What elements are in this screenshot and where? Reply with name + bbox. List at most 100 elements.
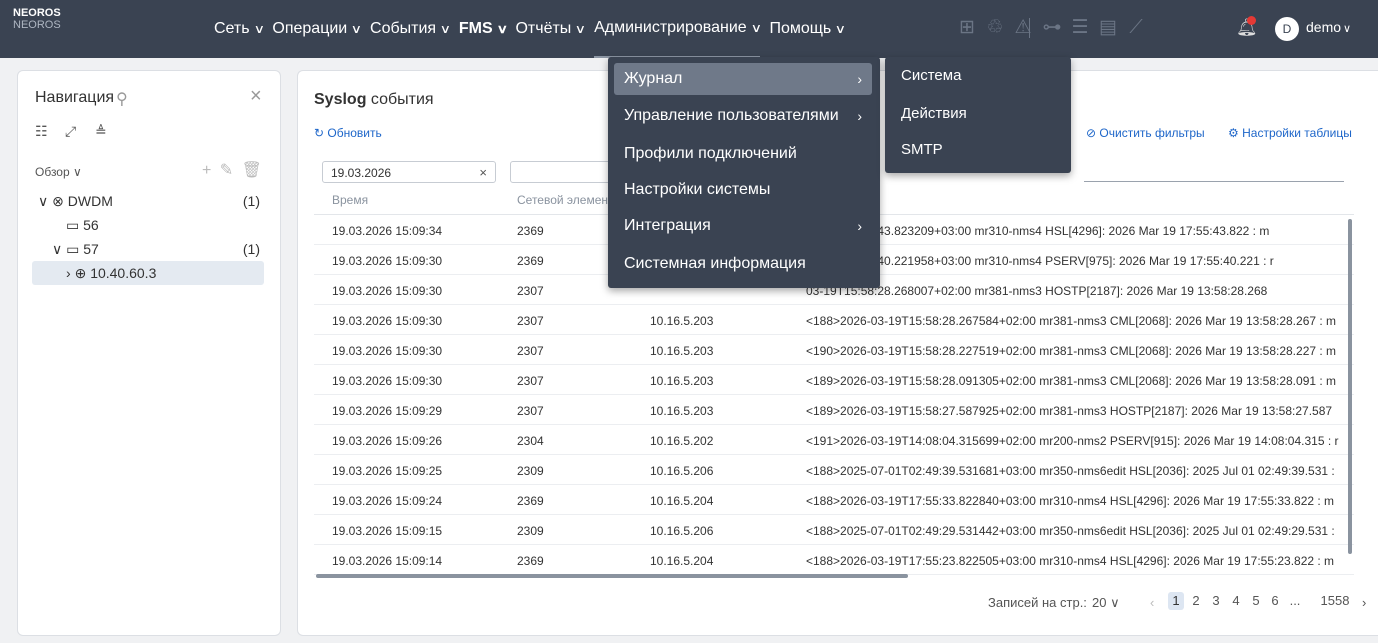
cell-message: 03-19T15:58:28.268007+02:00 mr381-nms3 H… xyxy=(806,284,1268,298)
chevron-down-icon: ∨ xyxy=(73,165,82,179)
menu-events[interactable]: События ∨ xyxy=(370,0,451,58)
menu-item-journal[interactable]: Журнал › xyxy=(614,63,872,95)
table-row[interactable]: 19.03.2026 15:09:26 2304 10.16.5.202 <191>2… xyxy=(314,425,1354,455)
table-row[interactable]: 19.03.2026 15:09:14 2369 10.16.5.204 <188>2… xyxy=(314,545,1354,575)
refresh-button[interactable]: ↻ Обновить xyxy=(314,126,382,140)
table-row[interactable]: 19.03.2026 15:09:30 2307 10.16.5.203 <188>2… xyxy=(314,305,1354,335)
menu-item-integration[interactable]: Интеграция › xyxy=(614,210,872,242)
message-filter-input[interactable] xyxy=(1084,181,1344,182)
cell-message: <189>2026-03-19T15:58:28.091305+02:00 mr… xyxy=(806,374,1337,388)
notifications-icon[interactable]: 🔔︎ xyxy=(1236,16,1258,40)
menu-operations[interactable]: Операции ∨ xyxy=(272,0,362,58)
user-name: demo xyxy=(1306,19,1342,35)
list-view-icon[interactable]: ☷ xyxy=(35,123,53,140)
avatar[interactable]: D xyxy=(1275,17,1299,41)
users-icon[interactable]: ♲ xyxy=(984,17,1006,39)
submenu-item-actions[interactable]: Действия xyxy=(901,105,967,122)
brand-name: NEOROS xyxy=(13,7,61,19)
cell-message: <190>2026-03-19T15:58:28.227519+02:00 mr… xyxy=(806,344,1337,358)
table-settings-button[interactable]: ⚙ Настройки таблицы xyxy=(1228,126,1352,140)
tree-item-56[interactable]: ▭ 56 xyxy=(32,213,264,237)
filter-clear-icon: ⊘ xyxy=(1086,126,1097,140)
table-row[interactable]: 19.03.2026 15:09:25 2309 10.16.5.206 <188>2… xyxy=(314,455,1354,485)
cell-ip: 10.16.5.203 xyxy=(650,404,714,418)
gear-icon: ⚙ xyxy=(1228,126,1239,140)
column-header-time[interactable]: Время xyxy=(332,193,368,207)
table-row[interactable]: 19.03.2026 15:09:24 2369 10.16.5.204 <188>2… xyxy=(314,485,1354,515)
table-row[interactable]: 19.03.2026 15:09:29 2307 10.16.5.203 <189>2… xyxy=(314,395,1354,425)
page-title: Syslog события xyxy=(314,91,434,108)
page-button[interactable]: 1558 xyxy=(1318,592,1352,610)
next-page-icon[interactable]: › xyxy=(1362,595,1366,610)
records-per-page-select[interactable]: 20 ∨ xyxy=(1092,595,1120,611)
vertical-scrollbar[interactable] xyxy=(1348,219,1352,554)
hierarchy-icon[interactable]: ⊶ xyxy=(1041,17,1063,39)
journal-submenu: Система Действия SMTP xyxy=(885,57,1071,173)
clear-filters-button[interactable]: ⊘ Очистить фильтры xyxy=(1086,126,1205,140)
table-row[interactable]: 19.03.2026 15:09:30 2307 10.16.5.203 <189>2… xyxy=(314,365,1354,395)
brand-logo: NEOROS NEOROS xyxy=(13,7,61,31)
menu-item-system-settings[interactable]: Настройки системы xyxy=(614,174,872,206)
table-row[interactable]: 19.03.2026 15:09:15 2309 10.16.5.206 <188>2… xyxy=(314,515,1354,545)
menu-item-connection-profiles[interactable]: Профили подключений xyxy=(614,138,872,170)
tree-item-label: DWDM xyxy=(67,193,113,209)
clear-icon[interactable]: × xyxy=(479,165,487,180)
cell-network-element: 2369 xyxy=(517,224,544,238)
topology-icon[interactable]: ⊞ xyxy=(956,17,978,39)
page-button[interactable]: 2 xyxy=(1188,592,1204,610)
search-icon[interactable]: ⚲ xyxy=(116,89,128,109)
submenu-item-smtp[interactable]: SMTP xyxy=(901,141,943,158)
submenu-item-system[interactable]: Система xyxy=(901,67,961,84)
page-button[interactable]: 5 xyxy=(1248,592,1264,610)
close-icon[interactable]: × xyxy=(250,85,262,108)
list-icon[interactable]: ☰ xyxy=(1069,17,1091,39)
tree-toolbar: ☷ ⤢ ≜ xyxy=(35,123,125,140)
main-menu: Сеть ∨ Операции ∨ События ∨ FMS ∨ Отчёты ∨ Ад… xyxy=(214,0,854,58)
menu-item-system-info[interactable]: Системная информация xyxy=(614,248,872,280)
cell-time: 19.03.2026 15:09:24 xyxy=(332,494,443,508)
collapse-icon[interactable]: ⤢ xyxy=(65,123,83,140)
cell-ip: 10.16.5.206 xyxy=(650,464,714,478)
chevron-down-icon: ∨ xyxy=(496,22,508,36)
menu-fms[interactable]: FMS ∨ xyxy=(459,0,508,58)
page-button[interactable]: 1 xyxy=(1168,592,1184,610)
cell-ip: 10.16.5.204 xyxy=(650,554,714,568)
cell-ip: 10.16.5.206 xyxy=(650,524,714,538)
edit-icon[interactable]: ✎ xyxy=(220,162,235,179)
horizontal-scrollbar[interactable] xyxy=(316,574,908,578)
chart-icon[interactable]: ⟋ xyxy=(1125,17,1147,39)
menu-reports[interactable]: Отчёты ∨ xyxy=(515,0,586,58)
menu-item-user-management[interactable]: Управление пользователями › xyxy=(614,100,872,132)
menu-help[interactable]: Помощь ∨ xyxy=(769,0,847,58)
menu-network[interactable]: Сеть ∨ xyxy=(214,0,265,58)
page-button[interactable]: 3 xyxy=(1208,592,1224,610)
prev-page-icon[interactable]: ‹ xyxy=(1150,595,1154,610)
records-per-page-label: Записей на стр.: xyxy=(988,595,1087,610)
tree-item-10-40-60-3[interactable]: › ⊕ 10.40.60.3 xyxy=(32,261,264,285)
table-row[interactable]: 19.03.2026 15:09:30 2307 10.16.5.203 <190>2… xyxy=(314,335,1354,365)
folder-icon: ▭ xyxy=(66,217,80,233)
chevron-right-icon: › xyxy=(857,218,862,234)
page-button[interactable]: 4 xyxy=(1228,592,1244,610)
cell-time: 19.03.2026 15:09:30 xyxy=(332,344,443,358)
tree-item-dwdm[interactable]: ∨ ⊗ DWDM (1) xyxy=(32,189,264,213)
page-button[interactable]: ... xyxy=(1284,592,1306,610)
document-icon[interactable]: ▤ xyxy=(1097,17,1119,39)
cell-network-element: 2307 xyxy=(517,314,544,328)
page-button[interactable]: 6 xyxy=(1267,592,1283,610)
delete-icon[interactable]: 🗑︎ xyxy=(242,162,264,179)
date-filter-input[interactable]: 19.03.2026 × xyxy=(322,161,496,183)
column-header-network-element[interactable]: Сетевой элемен xyxy=(517,193,608,207)
tree-item-count: (1) xyxy=(242,241,260,257)
align-icon[interactable]: ≜ xyxy=(95,123,113,140)
cell-time: 19.03.2026 15:09:30 xyxy=(332,254,443,268)
user-menu[interactable]: demo ∨ xyxy=(1306,19,1351,35)
warning-icon[interactable]: ⚠ xyxy=(1012,17,1034,39)
menu-administration[interactable]: Администрирование ∨ xyxy=(594,0,762,58)
add-icon[interactable]: + xyxy=(202,162,213,179)
chevron-down-icon: ∨ xyxy=(834,22,847,36)
cell-network-element: 2309 xyxy=(517,464,544,478)
tree-item-57[interactable]: ∨ ▭ 57 (1) xyxy=(32,237,264,261)
overview-dropdown[interactable]: Обзор ∨ xyxy=(35,165,82,179)
chevron-right-icon: › xyxy=(66,265,71,281)
